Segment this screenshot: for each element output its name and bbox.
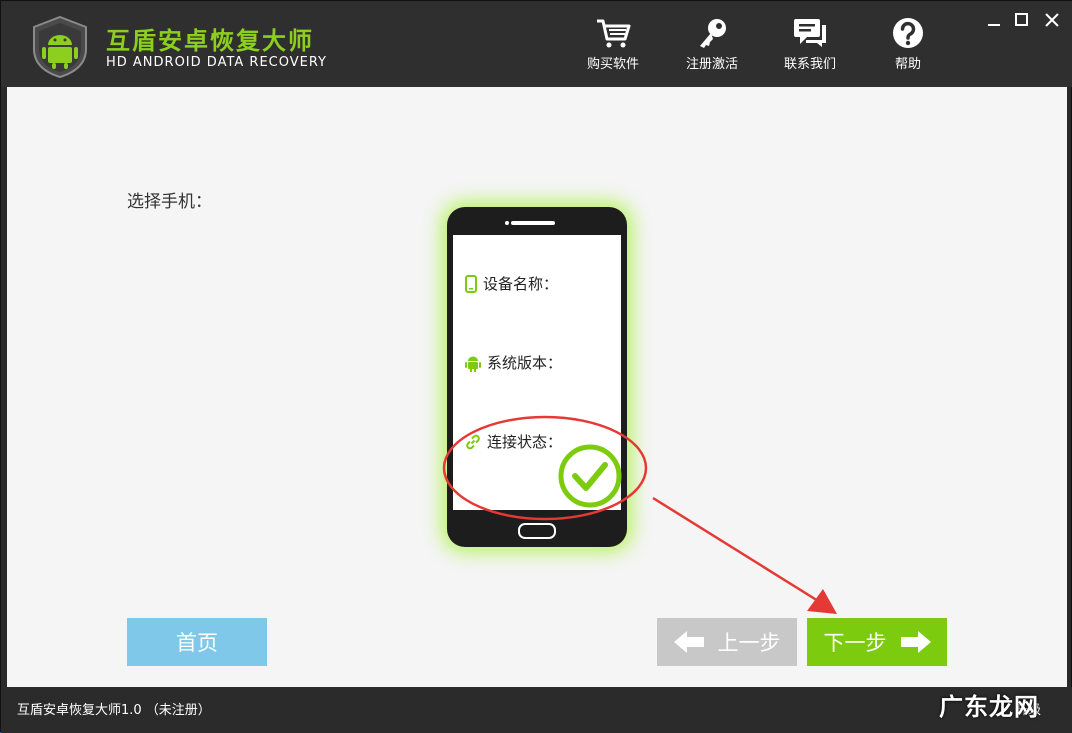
home-button[interactable]: 首页 [127, 618, 267, 666]
phone-card[interactable]: 设备名称： 系统版本： 连接状态： [447, 207, 627, 547]
nav-contact-us[interactable]: 联系我们 [770, 17, 850, 77]
key-icon [700, 19, 726, 48]
next-step-button[interactable]: 下一步 [807, 618, 947, 666]
arrow-right-icon [900, 631, 931, 653]
nav-register-label: 注册激活 [685, 57, 738, 72]
device-name-row: 设备名称： [465, 273, 558, 294]
status-bar: 互盾安卓恢复大师1.0 （未注册） 升级 广东龙网 [1, 687, 1072, 733]
phone-screen: 设备名称： 系统版本： 连接状态： [453, 235, 623, 513]
next-step-label: 下一步 [823, 631, 887, 655]
cart-icon [597, 19, 631, 48]
home-button-label: 首页 [176, 631, 218, 655]
close-icon[interactable] [1041, 9, 1063, 31]
android-icon [465, 356, 481, 372]
connection-status-label: 连接状态： [487, 433, 563, 451]
phone-speaker [511, 221, 555, 225]
phone-camera [505, 221, 509, 225]
app-window: 互盾安卓恢复大师 HD ANDROID DATA RECOVERY 购买软件 注… [0, 0, 1072, 733]
title-bar: 互盾安卓恢复大师 HD ANDROID DATA RECOVERY 购买软件 注… [1, 1, 1072, 87]
nav-help-label: 帮助 [894, 57, 921, 72]
app-subtitle: HD ANDROID DATA RECOVERY [106, 55, 327, 70]
system-version-row: 系统版本： [465, 352, 562, 373]
arrow-left-icon [673, 631, 704, 653]
maximize-icon[interactable] [1011, 9, 1033, 31]
phone-icon [465, 274, 477, 293]
nav-buy-label: 购买软件 [586, 57, 639, 72]
select-phone-label: 选择手机： [127, 192, 212, 212]
connected-check-icon [557, 443, 623, 513]
minimize-icon[interactable] [983, 9, 1005, 31]
nav-help[interactable]: 帮助 [868, 17, 948, 77]
chat-icon [794, 19, 826, 47]
phone-home-button [518, 523, 556, 539]
device-name-label: 设备名称： [483, 275, 559, 293]
app-version-text: 互盾安卓恢复大师1.0 （未注册） [17, 703, 211, 718]
annotation-arrow [652, 496, 837, 614]
connection-status-row: 连接状态： [465, 431, 562, 452]
main-content: 选择手机： 设备名称： 系统版本： 连接状态： 首页 上一步 下一步 [7, 87, 1067, 687]
help-icon [893, 18, 923, 48]
watermark-text: 广东龙网 [939, 693, 1039, 721]
system-version-label: 系统版本： [487, 354, 563, 372]
nav-register-activate[interactable]: 注册激活 [672, 17, 752, 77]
prev-step-button[interactable]: 上一步 [657, 618, 797, 666]
prev-step-label: 上一步 [717, 631, 781, 655]
nav-contact-label: 联系我们 [783, 57, 836, 72]
app-title: 互盾安卓恢复大师 [106, 27, 314, 55]
link-icon [466, 434, 480, 449]
nav-buy-software[interactable]: 购买软件 [573, 17, 653, 77]
shield-android-logo-icon [31, 15, 89, 79]
